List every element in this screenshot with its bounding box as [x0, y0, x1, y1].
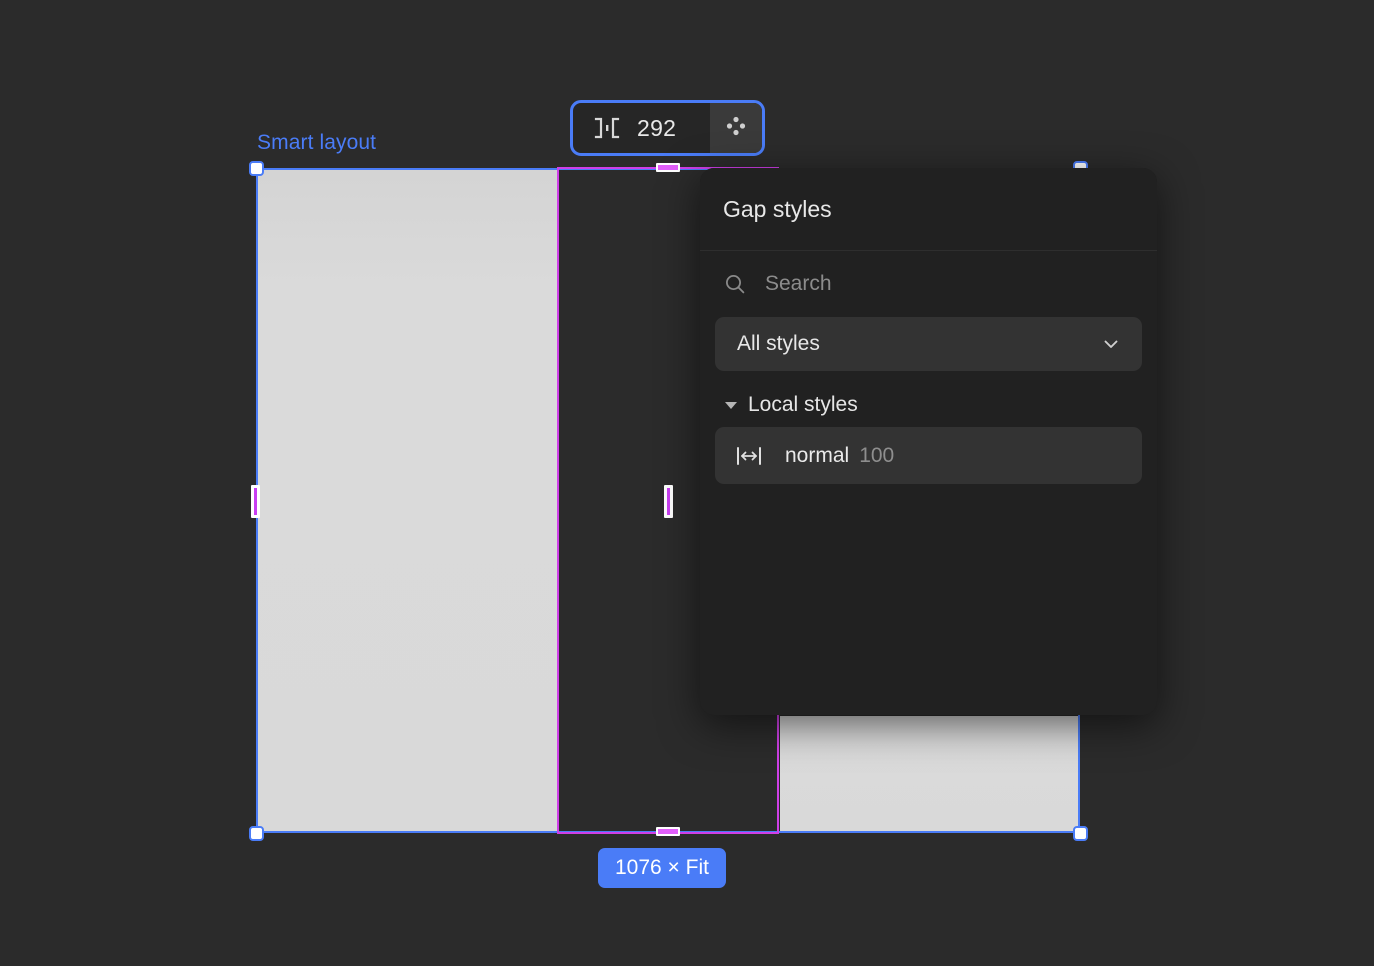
- panel-empty-area: [700, 484, 1157, 715]
- resize-handle-top-left[interactable]: [249, 161, 264, 176]
- gap-handle-middle[interactable]: [664, 485, 673, 518]
- resize-handle-bottom-left[interactable]: [249, 826, 264, 841]
- gap-styles-panel[interactable]: Gap styles All styles Local: [700, 168, 1157, 715]
- styles-filter-dropdown[interactable]: All styles: [715, 317, 1142, 371]
- group-header-local-styles[interactable]: Local styles: [700, 371, 1157, 427]
- group-title: Local styles: [748, 393, 858, 416]
- resize-handle-bottom-right[interactable]: [1073, 826, 1088, 841]
- styles-filter-label: All styles: [737, 332, 820, 355]
- chevron-down-icon: [1100, 333, 1122, 355]
- style-name: normal: [785, 443, 850, 467]
- panel-header: Gap styles: [700, 168, 1157, 251]
- gap-horizontal-icon: [593, 117, 621, 139]
- frame-name-label[interactable]: Smart layout: [257, 131, 376, 155]
- gap-width-icon: [735, 445, 763, 467]
- layout-child-right[interactable]: [780, 716, 1079, 831]
- gap-value-text: 292: [637, 114, 677, 141]
- style-row-normal[interactable]: normal 100: [715, 427, 1142, 484]
- gap-handle-left[interactable]: [251, 485, 260, 518]
- layout-child-left[interactable]: [258, 170, 557, 831]
- gap-handle-bottom[interactable]: [656, 827, 680, 836]
- gap-value-field[interactable]: 292: [573, 103, 710, 153]
- gap-toolbar[interactable]: 292: [570, 100, 765, 156]
- caret-down-icon: [725, 401, 737, 409]
- gap-move-handle-button[interactable]: [710, 103, 762, 153]
- search-input[interactable]: [763, 271, 1134, 297]
- move-dots-icon: [723, 113, 749, 144]
- search-icon: [723, 272, 747, 296]
- panel-body: All styles Local styles: [700, 251, 1157, 715]
- gap-handle-top[interactable]: [656, 163, 680, 172]
- panel-title: Gap styles: [723, 195, 832, 222]
- style-value: 100: [859, 443, 895, 467]
- dimension-badge: 1076 × Fit: [598, 848, 726, 888]
- search-row[interactable]: [700, 251, 1157, 317]
